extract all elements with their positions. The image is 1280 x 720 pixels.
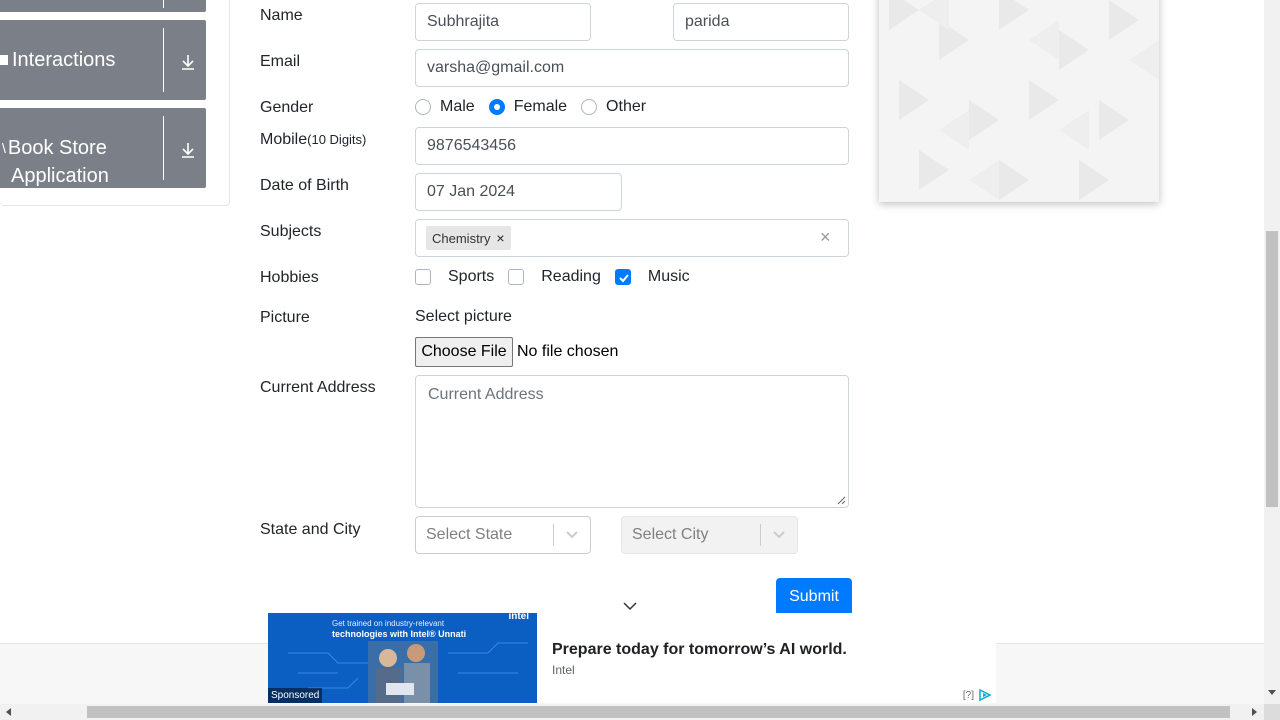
name-label: Name xyxy=(260,7,303,24)
submit-button[interactable]: Submit xyxy=(776,578,852,616)
resize-handle-icon[interactable] xyxy=(837,496,846,505)
email-input[interactable]: varsha@gmail.com xyxy=(415,49,849,87)
checkbox-sports[interactable] xyxy=(415,269,431,285)
download-icon[interactable] xyxy=(178,140,198,160)
hobby-music[interactable]: Music xyxy=(614,268,690,286)
address-label: Current Address xyxy=(260,379,376,396)
ad-brand-logo: intel xyxy=(508,613,529,622)
scroll-down-arrow-icon[interactable] xyxy=(1268,690,1276,696)
city-select[interactable]: Select City xyxy=(621,516,798,554)
page: Interactions \ Book Store Application Na… xyxy=(0,0,1280,720)
file-status: No file chosen xyxy=(517,343,619,360)
gender-female[interactable]: Female xyxy=(488,98,567,116)
horizontal-scrollbar[interactable] xyxy=(0,704,1264,720)
mobile-hint: (10 Digits) xyxy=(307,132,367,147)
mobile-input[interactable]: 9876543456 xyxy=(415,127,849,165)
radio-other[interactable] xyxy=(581,99,598,115)
radio-female[interactable] xyxy=(488,99,505,115)
gender-male[interactable]: Male xyxy=(415,98,475,116)
sidebar-card-label: Interactions xyxy=(12,49,116,71)
ad-info-link[interactable]: [?] xyxy=(963,690,974,701)
section-icon xyxy=(0,55,8,65)
mobile-label: Mobile(10 Digits) xyxy=(260,131,367,148)
hobbies-group: Sports Reading Music xyxy=(415,267,704,287)
checkbox-music[interactable] xyxy=(614,269,631,285)
chip-remove-icon[interactable]: × xyxy=(491,230,511,246)
download-icon[interactable] xyxy=(178,52,198,72)
ad-image[interactable]: Get trained on industry-relevant technol… xyxy=(268,613,537,703)
vertical-scroll-thumb[interactable] xyxy=(1266,231,1278,507)
scrollbar-corner xyxy=(1264,704,1280,720)
subjects-label: Subjects xyxy=(260,223,322,240)
horizontal-scroll-thumb[interactable] xyxy=(87,706,1230,718)
state-city-label: State and City xyxy=(260,521,361,538)
checkbox-reading[interactable] xyxy=(508,269,525,285)
ad-advertiser: Intel xyxy=(552,663,575,677)
hobby-sports[interactable]: Sports xyxy=(415,268,494,286)
check-icon xyxy=(619,274,629,283)
sidebar-card-label-line1: Book Store xyxy=(7,137,107,159)
sidebar-card-book-store[interactable]: \ Book Store Application xyxy=(0,108,206,188)
decorative-pattern-image xyxy=(879,0,1159,202)
chevron-down-icon[interactable] xyxy=(554,530,590,540)
current-address-textarea[interactable]: Current Address xyxy=(415,375,849,508)
choose-file-button[interactable]: Choose File xyxy=(415,337,513,367)
state-select[interactable]: Select State xyxy=(415,516,591,554)
vertical-scrollbar[interactable] xyxy=(1264,0,1280,704)
email-label: Email xyxy=(260,53,301,70)
hobby-reading[interactable]: Reading xyxy=(508,268,601,286)
dob-label: Date of Birth xyxy=(260,177,349,194)
subject-chip: Chemistry × xyxy=(426,226,511,250)
picture-prompt: Select picture xyxy=(415,308,512,325)
ad-image-text: Get trained on industry-relevant xyxy=(332,619,445,628)
sidebar-card-previous[interactable] xyxy=(0,0,206,12)
sidebar-card-label-line2: Application xyxy=(11,165,109,187)
chevron-down-icon[interactable] xyxy=(761,530,797,540)
picture-label: Picture xyxy=(260,309,310,326)
gender-radio-group: Male Female Other xyxy=(415,97,660,117)
dob-input[interactable]: 07 Jan 2024 xyxy=(415,173,622,211)
first-name-input[interactable]: Subhrajita xyxy=(415,3,591,41)
adchoices-icon[interactable] xyxy=(978,689,992,701)
chevron-down-icon[interactable] xyxy=(622,600,638,612)
advertisement[interactable]: Get trained on industry-relevant technol… xyxy=(268,613,996,703)
ad-image-title: technologies with Intel® Unnati xyxy=(332,629,467,639)
radio-male[interactable] xyxy=(415,99,431,115)
clear-icon[interactable]: × xyxy=(820,227,831,248)
sponsored-badge: Sponsored xyxy=(268,688,323,703)
book-icon: \ xyxy=(2,140,6,156)
last-name-input[interactable]: parida xyxy=(673,3,849,41)
gender-label: Gender xyxy=(260,99,314,116)
ad-headline[interactable]: Prepare today for tomorrow’s AI world. xyxy=(552,641,847,659)
sidebar-card-interactions[interactable]: Interactions xyxy=(0,20,206,100)
gender-other[interactable]: Other xyxy=(581,98,646,116)
scroll-left-arrow-icon[interactable] xyxy=(5,708,11,716)
hobbies-label: Hobbies xyxy=(260,269,319,286)
scroll-right-arrow-icon[interactable] xyxy=(1252,708,1258,716)
